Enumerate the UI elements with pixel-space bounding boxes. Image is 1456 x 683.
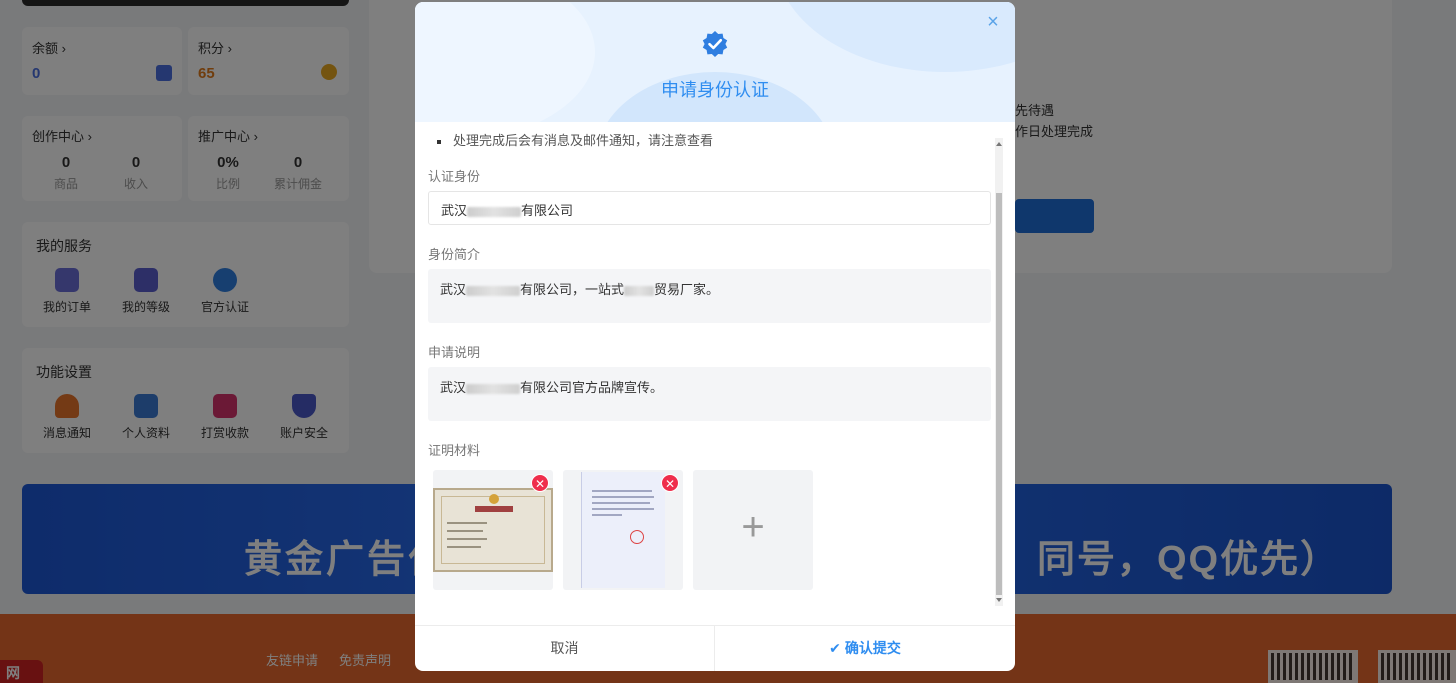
blurred-text <box>467 206 522 217</box>
dialog-header: 申请身份认证 × <box>415 2 1015 122</box>
intro-textarea[interactable]: 武汉 有限公司，一站式 贸易厂家。 <box>428 269 991 323</box>
identity-verification-dialog: 申请身份认证 × 处理完成后会有消息及邮件通知，请注意查看 认证身份 武汉 有限公… <box>415 2 1015 671</box>
dialog-title: 申请身份认证 <box>661 80 769 100</box>
remove-image-icon[interactable]: ✕ <box>661 474 679 492</box>
identity-input[interactable]: 武汉 有限公司 <box>428 191 991 225</box>
description-label: 申请说明 <box>428 345 481 360</box>
proof-label: 证明材料 <box>428 443 481 458</box>
scroll-up-icon[interactable] <box>996 142 1002 146</box>
identity-label: 认证身份 <box>428 169 481 184</box>
proof-image-license[interactable]: ✕ <box>433 470 553 590</box>
business-license-image <box>433 488 553 572</box>
verified-badge-icon <box>702 31 728 57</box>
intro-label: 身份简介 <box>428 247 481 262</box>
check-icon: ✔ <box>829 640 841 656</box>
authorization-letter-image <box>581 472 665 588</box>
proof-image-letter[interactable]: ✕ <box>563 470 683 590</box>
cancel-button[interactable]: 取消 <box>415 626 715 671</box>
scrollbar-thumb[interactable] <box>996 193 1002 595</box>
dialog-footer: 取消 ✔ 确认提交 <box>415 625 1015 671</box>
submit-button[interactable]: ✔ 确认提交 <box>715 626 1015 671</box>
dialog-body: 处理完成后会有消息及邮件通知，请注意查看 认证身份 武汉 有限公司 身份简介 武汉… <box>415 122 1015 607</box>
blurred-text <box>624 285 655 296</box>
blurred-text <box>466 383 521 394</box>
add-image-button[interactable]: + <box>693 470 813 590</box>
remove-image-icon[interactable]: ✕ <box>531 474 549 492</box>
scroll-down-icon[interactable] <box>996 598 1002 602</box>
description-textarea[interactable]: 武汉 有限公司官方品牌宣传。 <box>428 367 991 421</box>
dialog-scrollbar[interactable] <box>995 138 1003 606</box>
blurred-text <box>466 285 521 296</box>
notice-text: 处理完成后会有消息及邮件通知，请注意查看 <box>437 130 713 149</box>
close-icon[interactable]: × <box>983 12 1003 32</box>
